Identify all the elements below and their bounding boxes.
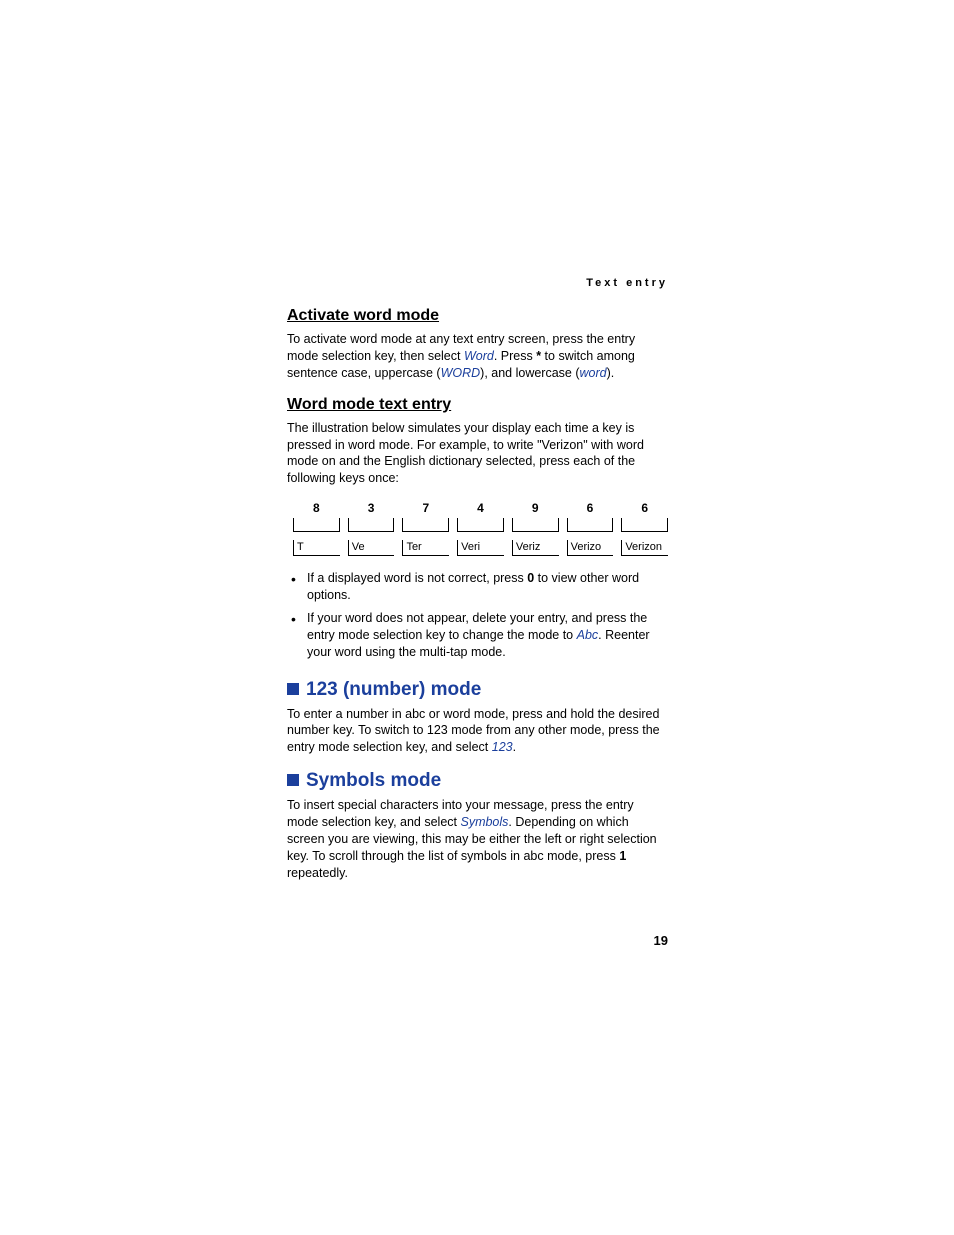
page-number: 19 bbox=[654, 933, 668, 948]
abc-link: Abc bbox=[577, 628, 599, 642]
key-col: 4 bbox=[457, 501, 504, 532]
heading-word-mode-text-entry: Word mode text entry bbox=[287, 396, 668, 414]
heading-123-mode: 123 (number) mode bbox=[287, 679, 668, 701]
list-item: If a displayed word is not correct, pres… bbox=[287, 570, 668, 604]
text: . Press bbox=[494, 349, 536, 363]
text: repeatedly. bbox=[287, 866, 348, 880]
text: ). bbox=[607, 366, 615, 380]
paragraph: To enter a number in abc or word mode, p… bbox=[287, 706, 668, 757]
key-number: 7 bbox=[402, 501, 449, 518]
key-number: 6 bbox=[621, 501, 668, 518]
heading-text: Symbols mode bbox=[306, 770, 441, 791]
running-header: Text entry bbox=[287, 277, 668, 289]
key-number: 9 bbox=[512, 501, 559, 518]
key-col: 3 bbox=[348, 501, 395, 532]
key-number: 6 bbox=[567, 501, 614, 518]
text: . bbox=[513, 740, 516, 754]
text: ), and lowercase ( bbox=[480, 366, 579, 380]
123-link: 123 bbox=[492, 740, 513, 754]
key-col: 8 bbox=[293, 501, 340, 532]
result-box: Veriz bbox=[512, 540, 559, 556]
key-box bbox=[402, 518, 449, 532]
result-box: Ter bbox=[402, 540, 449, 556]
text: To enter a number in abc or word mode, p… bbox=[287, 707, 660, 755]
key-sequence-row: 8 3 7 4 9 6 6 bbox=[293, 501, 668, 532]
key-number: 8 bbox=[293, 501, 340, 518]
key-box bbox=[457, 518, 504, 532]
key-box bbox=[512, 518, 559, 532]
key-col: 9 bbox=[512, 501, 559, 532]
key-box bbox=[621, 518, 668, 532]
square-bullet-icon bbox=[287, 774, 299, 786]
paragraph: To activate word mode at any text entry … bbox=[287, 331, 668, 382]
key-col: 6 bbox=[621, 501, 668, 532]
bullet-list: If a displayed word is not correct, pres… bbox=[287, 570, 668, 660]
word-upper-link: WORD bbox=[441, 366, 481, 380]
text: If a displayed word is not correct, pres… bbox=[307, 571, 527, 585]
paragraph: To insert special characters into your m… bbox=[287, 797, 668, 881]
paragraph: The illustration below simulates your di… bbox=[287, 420, 668, 488]
result-box: T bbox=[293, 540, 340, 556]
result-box: Veri bbox=[457, 540, 504, 556]
word-link: Word bbox=[464, 349, 494, 363]
list-item: If your word does not appear, delete you… bbox=[287, 610, 668, 661]
key-one: 1 bbox=[619, 849, 626, 863]
square-bullet-icon bbox=[287, 683, 299, 695]
heading-activate-word-mode: Activate word mode bbox=[287, 307, 668, 325]
result-box: Ve bbox=[348, 540, 395, 556]
key-box bbox=[567, 518, 614, 532]
document-page: Text entry Activate word mode To activat… bbox=[0, 0, 954, 882]
result-box: Verizo bbox=[567, 540, 614, 556]
key-box bbox=[348, 518, 395, 532]
key-box bbox=[293, 518, 340, 532]
symbols-link: Symbols bbox=[460, 815, 508, 829]
heading-symbols-mode: Symbols mode bbox=[287, 770, 668, 792]
key-col: 6 bbox=[567, 501, 614, 532]
key-col: 7 bbox=[402, 501, 449, 532]
key-number: 3 bbox=[348, 501, 395, 518]
word-lower-link: word bbox=[580, 366, 607, 380]
key-number: 4 bbox=[457, 501, 504, 518]
result-box: Verizon bbox=[621, 540, 668, 556]
heading-text: 123 (number) mode bbox=[306, 679, 481, 700]
result-sequence-row: T Ve Ter Veri Veriz Verizo Verizon bbox=[293, 540, 668, 556]
